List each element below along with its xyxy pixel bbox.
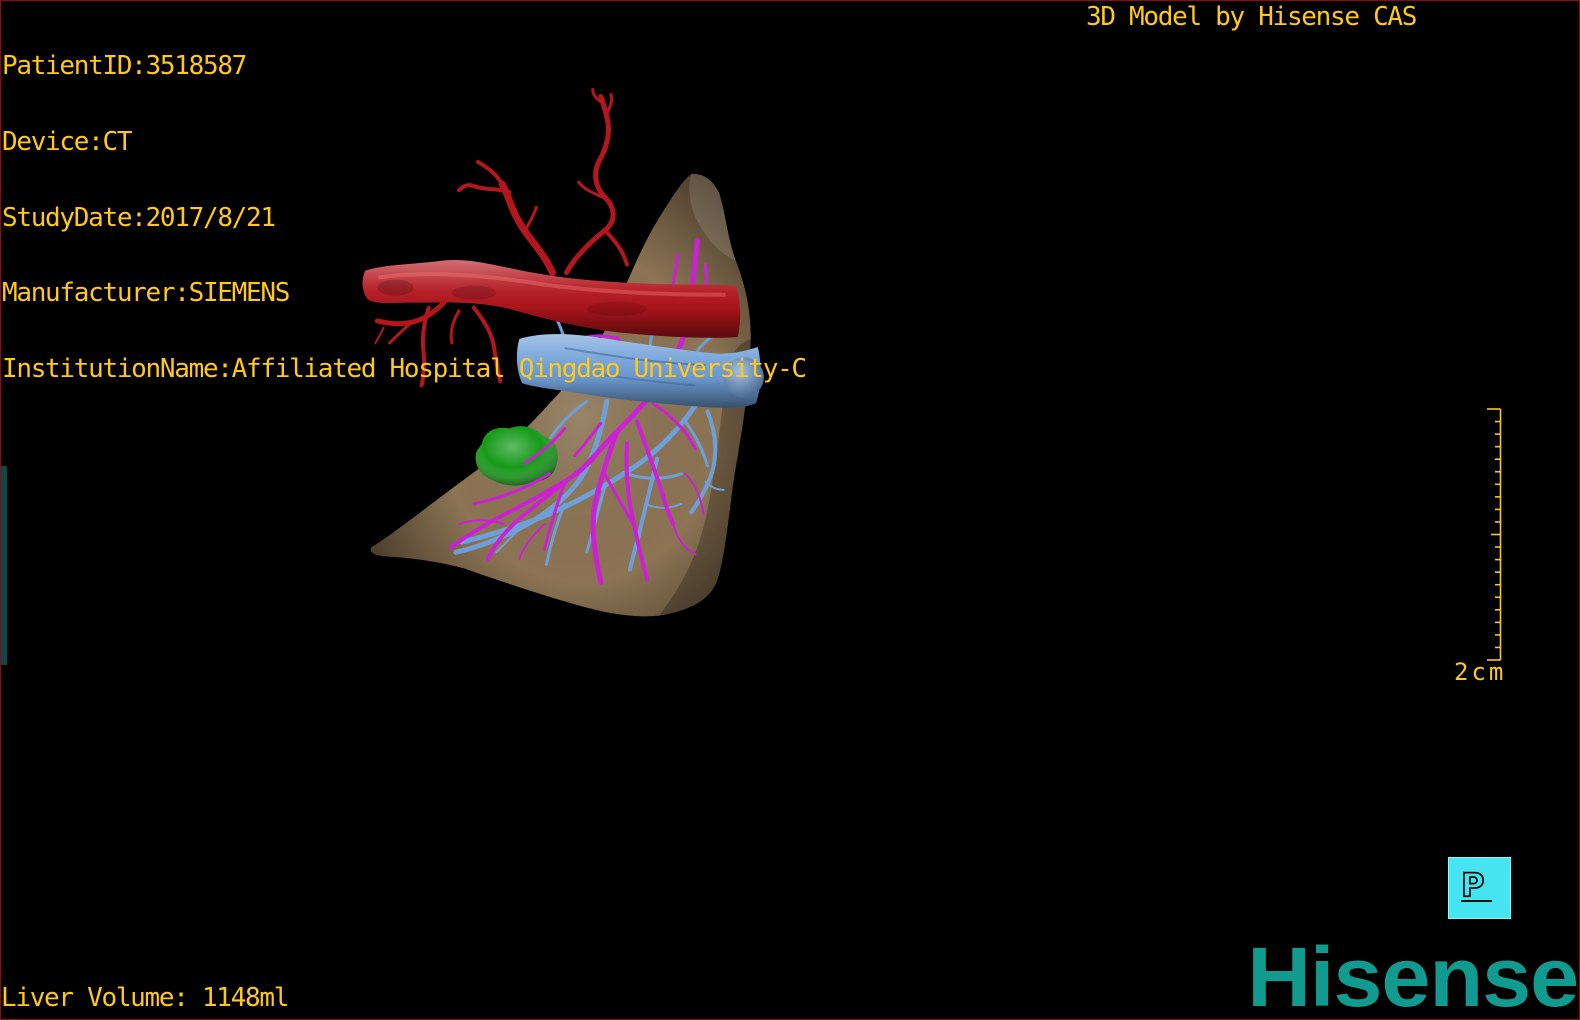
device-value: CT	[102, 127, 132, 157]
institution-label: InstitutionName:	[2, 353, 233, 384]
scale-ticks	[1487, 408, 1502, 661]
study-date-value: 2017/8/21	[145, 202, 276, 233]
side-panel-handle[interactable]	[1, 466, 7, 665]
orientation-label: P	[1460, 868, 1493, 902]
patient-id-value: 3518587	[145, 51, 248, 82]
patient-id-label: PatientID:	[2, 51, 147, 82]
study-info-overlay: PatientID:3518587 Device:CT StudyDate:20…	[2, 4, 807, 432]
institution-value: Affiliated Hospital Qingdao University-C	[231, 353, 807, 384]
hisense-logo: Hisense	[1247, 930, 1579, 1020]
patient-id-line: PatientID:3518587	[2, 51, 806, 82]
model-watermark: 3D Model by Hisense CAS	[1086, 2, 1417, 32]
manufacturer-value: SIEMENS	[188, 278, 291, 309]
scale-bar	[1487, 408, 1502, 661]
institution-line: InstitutionName:Affiliated Hospital Qing…	[2, 353, 807, 384]
device-line: Device:CT	[2, 127, 806, 157]
manufacturer-label: Manufacturer:	[2, 278, 190, 309]
orientation-cube-icon[interactable]: P	[1448, 857, 1511, 919]
3d-viewer-window: PatientID:3518587 Device:CT StudyDate:20…	[0, 0, 1580, 1020]
device-label: Device:	[2, 127, 104, 157]
liver-volume-label: Liver Volume:	[1, 983, 202, 1013]
scale-bar-label: 2cm	[1454, 658, 1507, 686]
study-date-line: StudyDate:2017/8/21	[2, 202, 806, 233]
liver-volume-readout: Liver Volume: 1148ml	[1, 983, 289, 1013]
liver-volume-value: 1148ml	[201, 983, 289, 1013]
manufacturer-line: Manufacturer:SIEMENS	[2, 278, 806, 309]
study-date-label: StudyDate:	[2, 202, 147, 233]
